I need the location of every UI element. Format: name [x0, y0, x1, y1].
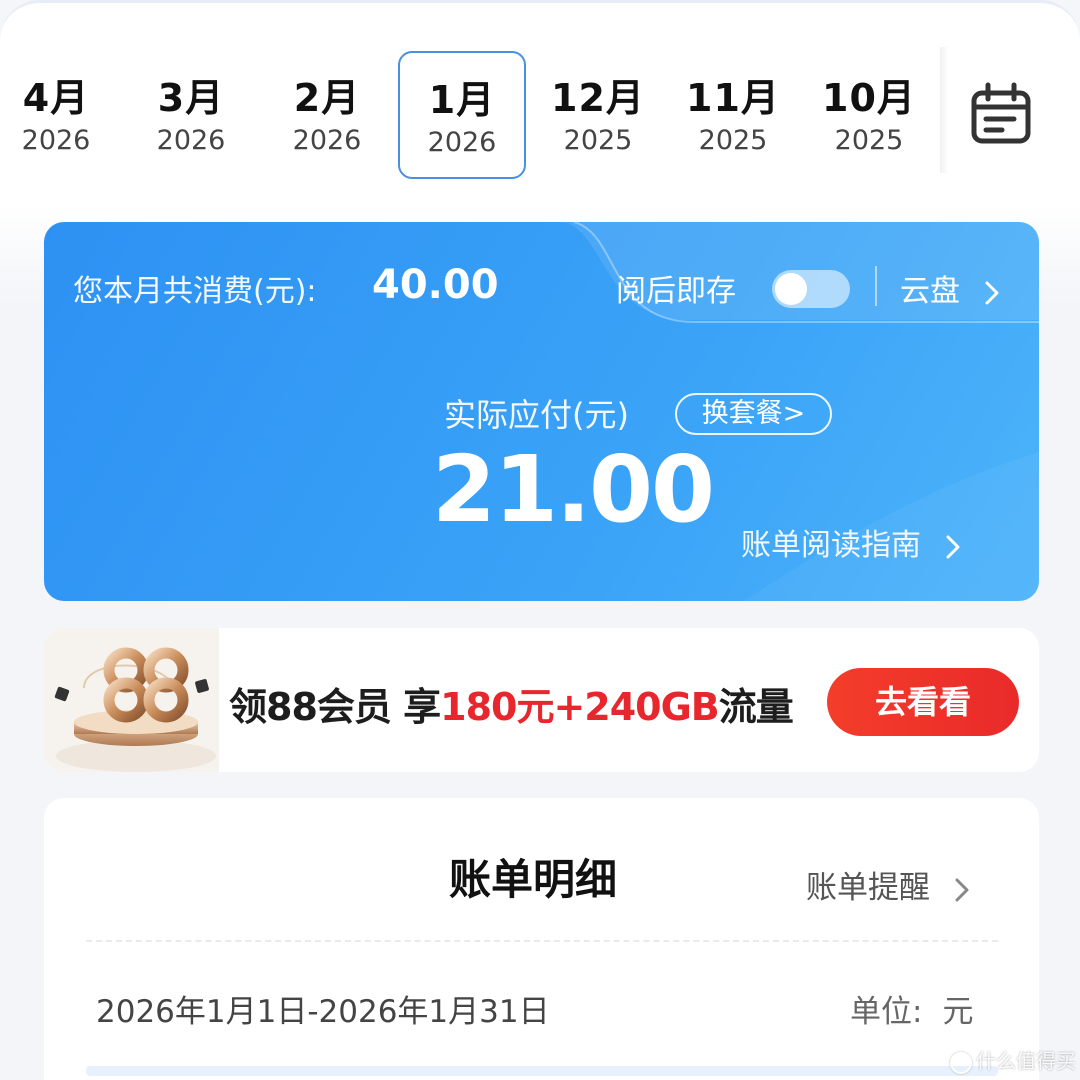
- month-tab-oct-2025[interactable]: 10月 2025: [805, 51, 933, 179]
- detail-table-header-strip: [86, 1066, 998, 1076]
- month-tab-dec-2025[interactable]: 12月 2025: [534, 51, 662, 179]
- promo-go-button[interactable]: 去看看: [827, 668, 1019, 736]
- month-tab-feb-2026[interactable]: 2月 2026: [263, 51, 391, 179]
- bill-guide-label: 账单阅读指南: [741, 528, 921, 563]
- dashed-divider: [86, 940, 998, 942]
- year-label: 2025: [563, 125, 633, 156]
- monthly-total-value: 40.00: [372, 262, 499, 308]
- bill-reminder-label: 账单提醒: [806, 870, 930, 906]
- year-label: 2025: [834, 125, 904, 156]
- strip-fade-divider: [940, 47, 948, 173]
- cloud-drive-link[interactable]: 云盘: [900, 266, 1000, 310]
- month-tab-apr-2026[interactable]: 4月 2026: [0, 51, 120, 179]
- month-label: 3月: [157, 76, 225, 120]
- change-plan-button[interactable]: 换套餐>: [675, 393, 832, 435]
- year-label: 2025: [698, 125, 768, 156]
- billing-period: 2026年1月1日-2026年1月31日: [96, 994, 550, 1030]
- month-tab-jan-2026[interactable]: 1月 2026: [398, 51, 526, 179]
- month-label: 12月: [551, 76, 645, 120]
- promo-banner[interactable]: 领88会员 享180元+240GB流量 去看看: [44, 628, 1039, 772]
- chevron-right-icon: [946, 535, 960, 558]
- promo-text-highlight: 180元+240GB: [440, 685, 720, 729]
- year-label: 2026: [427, 127, 497, 158]
- promo-text: 领88会员 享180元+240GB流量: [229, 676, 794, 731]
- year-label: 2026: [21, 125, 91, 156]
- calendar-icon[interactable]: [968, 81, 1034, 147]
- promo-text-prefix: 领88会员 享: [229, 685, 441, 729]
- cloud-drive-label: 云盘: [900, 274, 960, 309]
- bill-summary-card: 您本月共消费(元): 40.00 阅后即存 云盘 实际应付(元) 换套餐> 21…: [44, 222, 1039, 601]
- unit-label: 单位:: [850, 994, 923, 1030]
- month-label: 10月: [822, 76, 916, 120]
- bill-detail-title: 账单明细: [449, 855, 618, 904]
- watermark-logo-icon: [950, 1051, 972, 1074]
- year-label: 2026: [292, 125, 362, 156]
- month-selector: 4月 2026 3月 2026 2月 2026 1月 2026 12月 2025…: [0, 43, 940, 183]
- month-tab-mar-2026[interactable]: 3月 2026: [127, 51, 255, 179]
- month-tab-nov-2025[interactable]: 11月 2025: [669, 51, 797, 179]
- bill-guide-link[interactable]: 账单阅读指南: [741, 520, 961, 564]
- amount-due-label: 实际应付(元): [444, 396, 629, 434]
- year-label: 2026: [156, 125, 226, 156]
- month-label: 2月: [293, 76, 361, 120]
- unit-info: 单位: 元: [850, 986, 973, 1031]
- watermark: 什么值得买: [950, 1045, 1076, 1074]
- bill-reminder-link[interactable]: 账单提醒: [806, 862, 970, 907]
- 88-badge-icon: [44, 628, 219, 772]
- toggle-knob: [775, 273, 807, 305]
- page-sheet: 4月 2026 3月 2026 2月 2026 1月 2026 12月 2025…: [0, 0, 1080, 1080]
- auto-save-label: 阅后即存: [616, 274, 736, 309]
- watermark-text: 什么值得买: [976, 1049, 1076, 1073]
- card-separator: [875, 266, 877, 306]
- monthly-total-label: 您本月共消费(元):: [73, 274, 317, 309]
- chevron-right-icon: [955, 878, 969, 901]
- month-label: 4月: [22, 76, 90, 120]
- promo-text-suffix: 流量: [718, 685, 794, 729]
- month-label: 1月: [428, 78, 496, 122]
- unit-value: 元: [942, 994, 974, 1030]
- chevron-right-icon: [985, 281, 999, 304]
- amount-due-value: 21.00: [432, 436, 715, 543]
- bill-detail-card: 账单明细 账单提醒 2026年1月1日-2026年1月31日 单位: 元: [44, 798, 1039, 1080]
- auto-save-toggle[interactable]: [772, 270, 850, 308]
- month-label: 11月: [686, 76, 780, 120]
